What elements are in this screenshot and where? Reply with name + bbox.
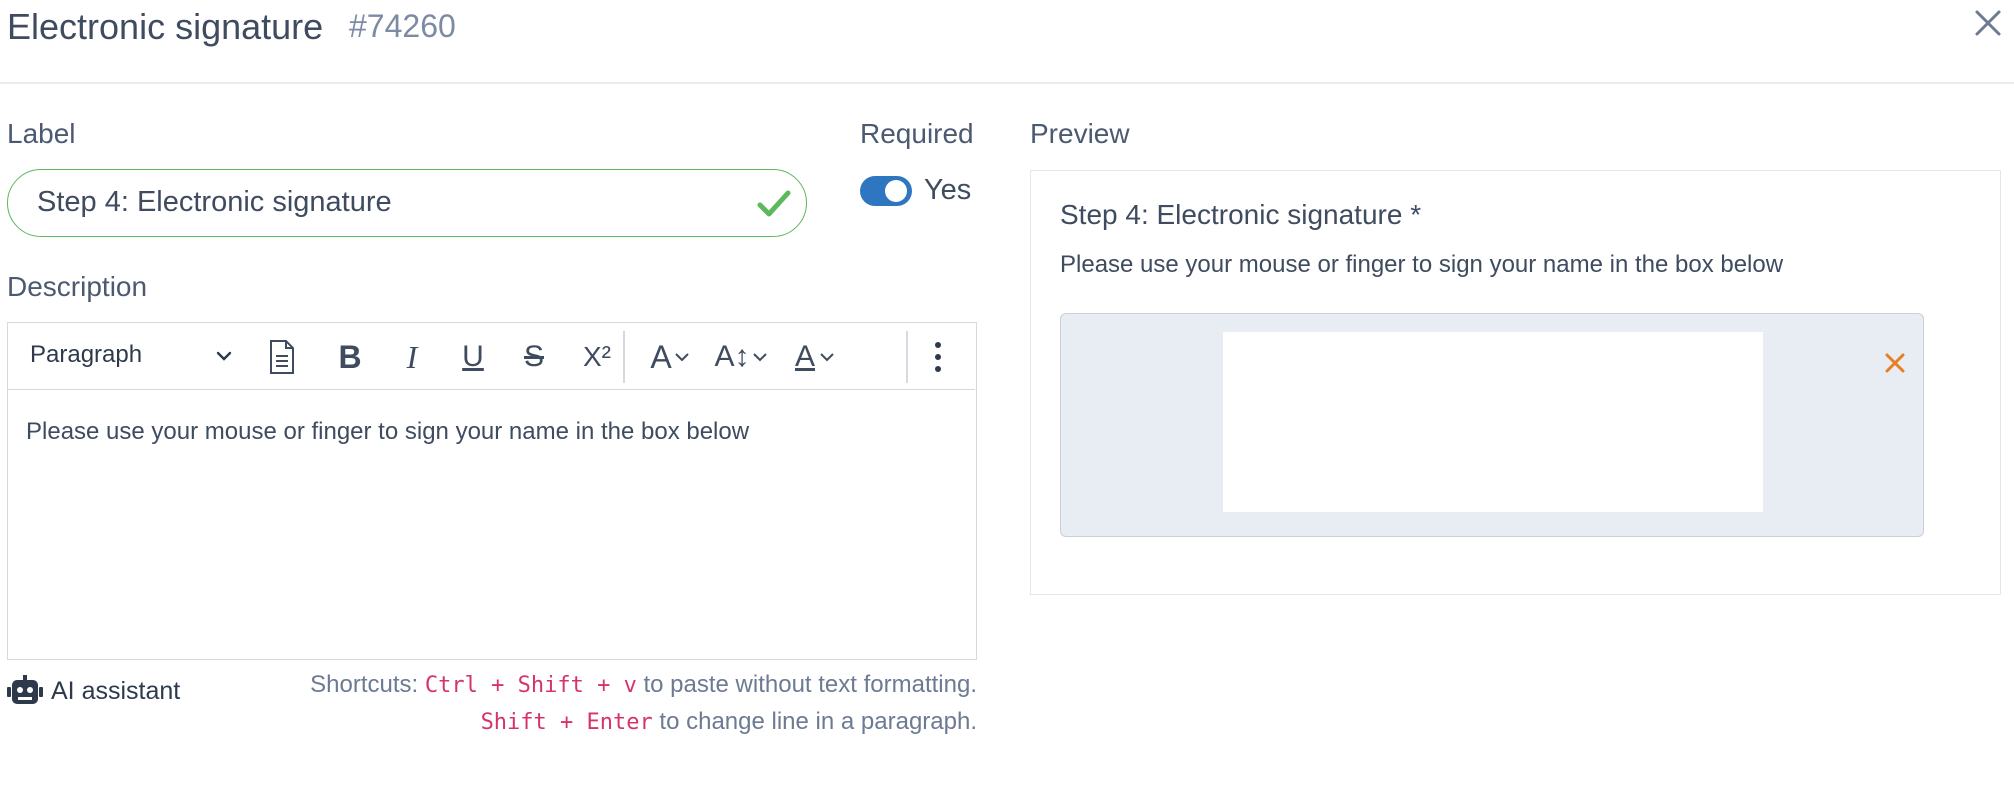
strikethrough-icon[interactable]: S <box>516 337 552 377</box>
font-family-icon[interactable]: A <box>640 337 700 377</box>
ai-assistant-label: AI assistant <box>51 676 181 705</box>
required-toggle-label: Yes <box>924 174 972 206</box>
label-heading: Label <box>7 118 76 149</box>
check-icon <box>757 190 791 217</box>
toggle-knob <box>885 180 907 202</box>
modal-title: Electronic signature <box>7 6 324 47</box>
preview-field-description: Please use your mouse or finger to sign … <box>1060 251 1784 278</box>
paragraph-select[interactable]: Paragraph <box>30 341 142 369</box>
shortcut-keys: Ctrl + Shift + v <box>424 673 637 698</box>
font-size-icon[interactable]: A↕ <box>712 337 770 377</box>
editor-content[interactable]: Please use your mouse or finger to sign … <box>26 418 749 446</box>
clear-signature-icon[interactable] <box>1881 349 1909 377</box>
toolbar-divider <box>906 331 908 383</box>
chevron-down-icon[interactable] <box>215 347 233 365</box>
document-icon[interactable] <box>266 337 298 377</box>
italic-icon[interactable]: I <box>394 337 430 377</box>
robot-icon <box>7 675 43 704</box>
shortcut-line-2: Shift + Enter to change line in a paragr… <box>481 708 977 736</box>
shortcut-keys: Shift + Enter <box>480 710 653 735</box>
ai-assistant-button[interactable]: AI assistant <box>7 675 180 707</box>
modal-header: Electronic signature #74260 <box>0 0 2014 84</box>
bold-icon[interactable]: B <box>332 337 368 377</box>
toolbar-divider <box>623 331 625 383</box>
editor-toolbar: Paragraph B I U S X² A A↕ A <box>8 323 975 390</box>
description-editor[interactable]: Paragraph B I U S X² A A↕ A Please use y… <box>7 322 977 660</box>
preview-heading: Preview <box>1030 118 1130 149</box>
required-toggle[interactable] <box>860 176 912 206</box>
close-icon[interactable] <box>1973 6 2003 40</box>
shortcut-desc: to paste without text formatting. <box>643 671 977 698</box>
preview-panel: Step 4: Electronic signature * Please us… <box>1030 170 2001 595</box>
required-heading: Required <box>860 118 974 149</box>
field-id: #74260 <box>349 8 456 44</box>
more-options-icon[interactable] <box>928 337 948 377</box>
superscript-icon[interactable]: X² <box>575 337 619 377</box>
font-color-icon[interactable]: A <box>788 337 842 377</box>
shortcut-line-1: Shortcuts: Ctrl + Shift + v to paste wit… <box>310 671 977 699</box>
signature-pad[interactable] <box>1223 332 1763 512</box>
signature-box <box>1060 313 1924 537</box>
description-heading: Description <box>7 271 148 302</box>
label-input[interactable]: Step 4: Electronic signature <box>7 169 807 237</box>
shortcut-desc: to change line in a paragraph. <box>659 708 977 735</box>
underline-icon[interactable]: U <box>455 337 491 377</box>
shortcut-prefix: Shortcuts: <box>310 671 419 698</box>
preview-field-title: Step 4: Electronic signature * <box>1060 199 1422 230</box>
label-input-value[interactable]: Step 4: Electronic signature <box>37 186 392 219</box>
